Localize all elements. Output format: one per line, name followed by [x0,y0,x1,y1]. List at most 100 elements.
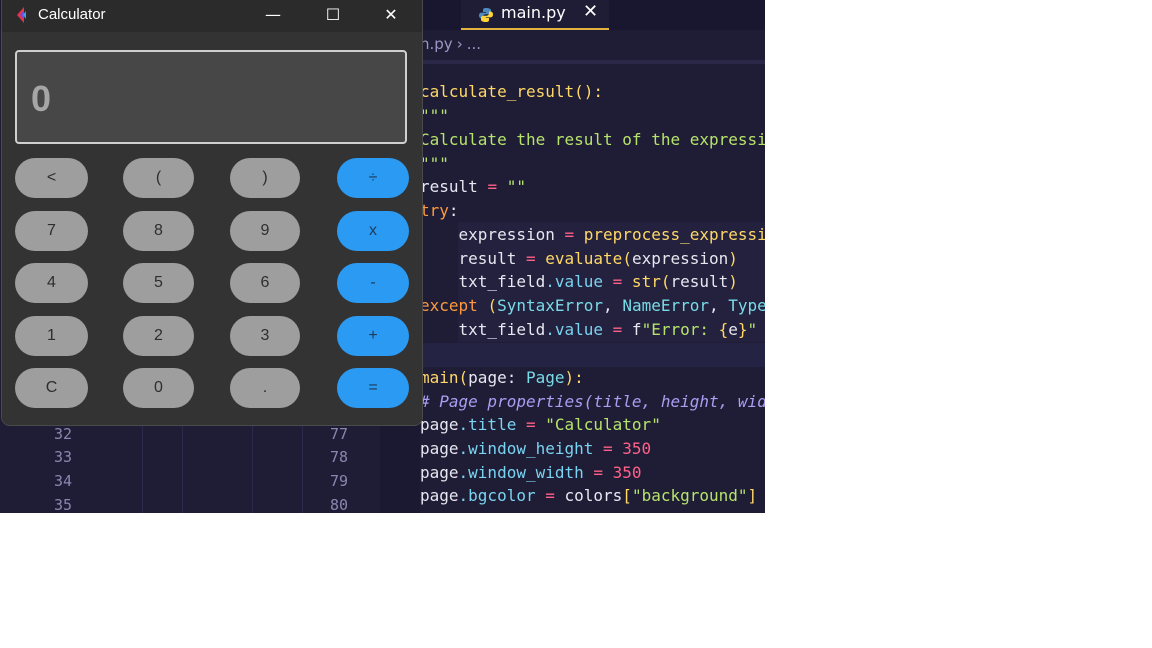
current-line-highlight [420,343,765,367]
equals-button[interactable]: = [337,368,409,408]
line-number: 32 [53,425,72,443]
digit-1-button[interactable]: 1 [15,316,88,356]
minimize-icon[interactable]: — [250,0,296,32]
code-token: page [420,463,459,482]
code-token: .value [545,320,604,339]
breadcrumb-rest[interactable]: ... [467,35,481,53]
breadcrumb-file[interactable]: n.py [420,35,453,53]
code-token: " [747,320,758,339]
line-number: 79 [329,472,348,490]
code-token: try [420,201,449,220]
code-token: ) [728,272,738,291]
code-token: result [420,177,488,196]
open-paren-button[interactable]: ( [123,158,194,198]
flet-app-icon [17,7,26,23]
tab-label: main.py [501,3,566,22]
line-number: 80 [329,496,348,513]
code-token: } [737,320,748,339]
code-token: Page [525,368,565,387]
backspace-button[interactable]: < [15,158,88,198]
display-value: 0 [31,78,52,119]
code-token: SyntaxError [497,296,604,315]
digit-2-button[interactable]: 2 [123,316,194,356]
code-line: calculate_result(): [420,80,603,104]
tab-main-py[interactable]: main.py ✕ [461,0,609,30]
code-token: calculate_result [420,82,575,101]
code-token: main [420,368,459,387]
digit-7-button[interactable]: 7 [15,211,88,251]
code-token: page: [468,368,526,387]
line-number: 34 [53,472,72,490]
code-token: expression [420,225,565,244]
code-token: str [622,272,661,291]
code-token: result [420,249,526,268]
code-token: 350 [603,463,642,482]
code-token: = [603,272,623,291]
code-token: colors [554,486,623,505]
code-line: # Page properties(title, height, wid [420,390,765,414]
multiply-button[interactable]: x [337,211,409,251]
digit-8-button[interactable]: 8 [123,211,194,251]
code-token: 350 [612,439,652,458]
code-token: f [622,320,642,339]
digit-0-button[interactable]: 0 [123,368,194,408]
code-token: = [593,439,613,458]
digit-9-button[interactable]: 9 [230,211,300,251]
code-token: ): [564,368,584,387]
code-token: preprocess_expressi [574,225,765,244]
code-token: page [420,439,459,458]
editor-divider [420,60,765,64]
code-line: """ [420,152,449,176]
code-token: result [670,272,729,291]
code-token: .window_width [458,463,584,482]
code-line: page.title = "Calculator" [420,413,661,437]
code-token: [ [622,486,632,505]
code-token: # Page properties(title, height, wid [420,392,765,411]
code-line: txt_field.value = f"Error: {e}" [420,318,758,342]
code-token: Calculate the result of the expressi [420,130,765,149]
code-token: "Calculator" [535,415,661,434]
add-button[interactable]: + [337,316,409,356]
code-token: = [564,225,575,244]
code-token: txt_field [420,320,546,339]
code-token: """ [420,106,449,125]
code-token: page [420,486,459,505]
breadcrumb-separator: › [456,35,463,53]
digit-5-button[interactable]: 5 [123,263,194,303]
code-line: result = evaluate(expression) [420,247,738,271]
tab-close-icon[interactable]: ✕ [583,1,598,22]
subtract-button[interactable]: - [337,263,409,303]
code-line: except (SyntaxError, NameError, Type [420,294,765,318]
code-token: Type [728,296,765,315]
clear-button[interactable]: C [15,368,88,408]
divide-button[interactable]: ÷ [337,158,409,198]
code-token: .window_height [458,439,594,458]
code-token: evaluate [535,249,623,268]
code-token: (): [574,82,604,101]
code-line: Calculate the result of the expressi [420,128,765,152]
code-token: expression [631,249,729,268]
code-line: """ [420,104,449,128]
close-icon[interactable]: ✕ [368,0,414,32]
code-token: = [516,415,536,434]
close-paren-button[interactable]: ) [230,158,300,198]
digit-3-button[interactable]: 3 [230,316,300,356]
code-token: { [718,320,729,339]
code-token: = [603,320,623,339]
line-number-gutter: 32 33 34 35 77 78 79 80 [0,425,420,513]
decimal-button[interactable]: . [230,368,300,408]
maximize-icon[interactable]: ☐ [310,0,356,32]
line-number: 77 [329,425,348,443]
code-token: ( [487,296,498,315]
code-token: NameError [622,296,710,315]
code-token: e [728,320,738,339]
code-token: = [525,249,536,268]
code-line: txt_field.value = str(result) [420,270,738,294]
code-token: .bgcolor [458,486,536,505]
title-bar[interactable]: Calculator — ☐ ✕ [2,0,422,32]
code-token: "Error: [641,320,719,339]
result-display[interactable]: 0 [15,50,407,144]
digit-6-button[interactable]: 6 [230,263,300,303]
digit-4-button[interactable]: 4 [15,263,88,303]
code-token: .title [458,415,517,434]
